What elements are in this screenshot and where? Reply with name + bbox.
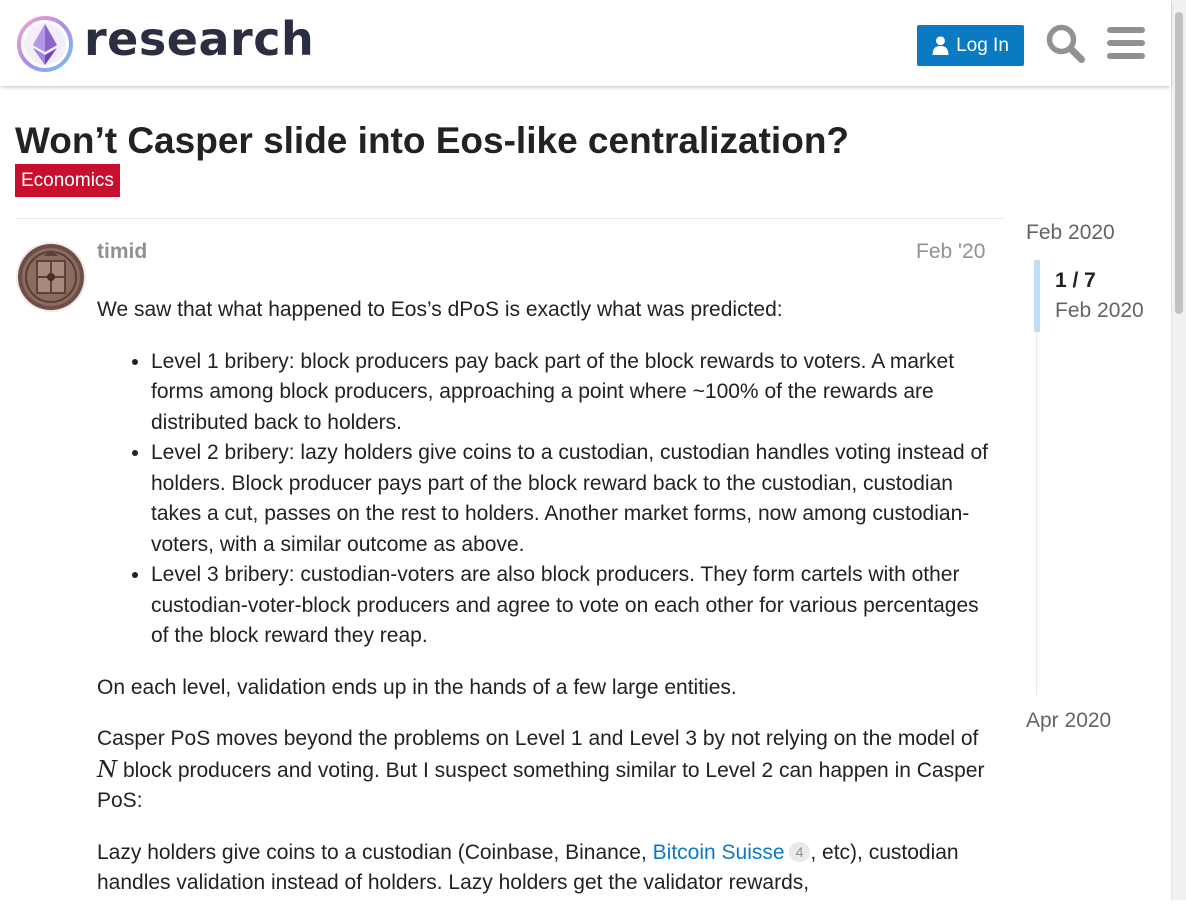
scrollbar-thumb[interactable] [1175,12,1183,314]
text-span: Casper PoS moves beyond the problems on … [97,727,979,750]
bribery-list: Level 1 bribery: block producers pay bac… [97,347,989,652]
post-paragraph: We saw that what happened to Eos’s dPoS … [97,298,783,321]
login-button[interactable]: Log In [917,25,1024,66]
category-badge[interactable]: Economics [15,164,120,197]
title-divider [15,218,1004,219]
post-paragraph: Casper PoS moves beyond the problems on … [97,724,989,817]
logo-icon[interactable] [16,15,74,73]
post-username[interactable]: timid [97,240,147,264]
math-variable: N [97,756,118,783]
timeline-start-date[interactable]: Feb 2020 [1026,221,1115,245]
user-icon [932,36,949,55]
coin-avatar-image [16,242,86,312]
topic-title[interactable]: Won’t Casper slide into Eos-like central… [15,120,849,162]
page-scrollbar[interactable] [1171,0,1186,900]
timeline-handle[interactable] [1034,260,1040,332]
timeline-current-date: Feb 2020 [1055,299,1144,322]
post-body: We saw that what happened to Eos’s dPoS … [97,295,989,920]
search-icon[interactable] [1045,23,1085,63]
avatar[interactable] [16,242,86,312]
link-click-count: 4 [788,841,811,862]
post-paragraph: On each level, validation ends up in the… [97,675,737,699]
hamburger-menu-icon[interactable] [1107,27,1145,59]
login-label: Log In [956,34,1009,56]
text-span: block producers and voting. But I suspec… [97,758,985,813]
timeline-end-date[interactable]: Apr 2020 [1026,709,1111,733]
timeline-position: 1 / 7 [1055,269,1096,292]
site-logo-text[interactable]: research [84,12,314,66]
text-span: Lazy holders give coins to a custodian (… [97,840,653,864]
list-item: Level 3 bribery: custodian-voters are al… [151,560,989,652]
post-date[interactable]: Feb '20 [916,240,985,264]
bitcoin-suisse-link[interactable]: Bitcoin Suisse [653,841,785,864]
list-item: Level 2 bribery: lazy holders give coins… [151,438,989,560]
post-paragraph: Lazy holders give coins to a custodian (… [97,838,989,899]
site-header: research Log In [0,0,1171,86]
list-item: Level 1 bribery: block producers pay bac… [151,347,989,439]
